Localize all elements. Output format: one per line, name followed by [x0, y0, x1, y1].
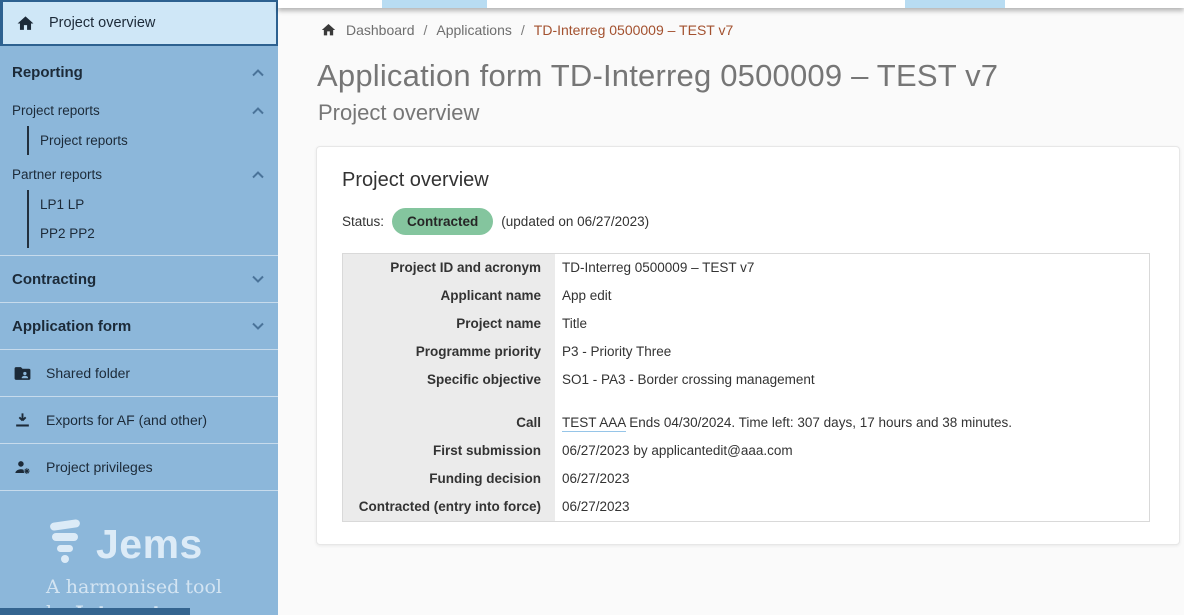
- row-value: [555, 394, 1149, 409]
- app-window: Project overview Reporting Project repor…: [0, 0, 1184, 615]
- toolbar-fragment[interactable]: [382, 0, 487, 8]
- row-label: Contracted (entry into force): [343, 493, 555, 521]
- row-label: First submission: [343, 437, 555, 465]
- jems-logo-block: Jems A harmonised tool by Interact: [0, 519, 278, 615]
- user-gear-icon: [13, 458, 32, 477]
- row-label: Specific objective: [343, 366, 555, 394]
- page-subtitle: Project overview: [318, 100, 1184, 126]
- sidebar-item-label: Project overview: [49, 15, 155, 31]
- sidebar-footer-bar: [0, 608, 190, 615]
- sidebar-section-reporting[interactable]: Reporting: [0, 46, 278, 91]
- jems-logo-icon: [46, 519, 88, 565]
- breadcrumb-current-project[interactable]: TD-Interreg 0500009 – TEST v7: [534, 22, 733, 38]
- table-row-call: Call TEST AAA Ends 04/30/2024. Time left…: [343, 409, 1149, 437]
- home-icon[interactable]: [320, 22, 337, 38]
- chevron-down-icon: [252, 322, 264, 330]
- sidebar-item-lp1[interactable]: LP1 LP: [29, 190, 278, 219]
- chevron-up-icon: [252, 171, 264, 179]
- table-row: Specific objective SO1 - PA3 - Border cr…: [343, 366, 1149, 394]
- call-link[interactable]: TEST AAA: [562, 415, 626, 432]
- sidebar: Project overview Reporting Project repor…: [0, 0, 278, 615]
- row-label: Applicant name: [343, 282, 555, 310]
- status-badge: Contracted: [392, 208, 493, 235]
- card-title: Project overview: [342, 169, 1150, 192]
- table-row: First submission 06/27/2023 by applicant…: [343, 437, 1149, 465]
- row-value: TEST AAA Ends 04/30/2024. Time left: 307…: [555, 409, 1149, 437]
- table-row: Funding decision 06/27/2023: [343, 465, 1149, 493]
- main-content: Dashboard / Applications / TD-Interreg 0…: [278, 0, 1184, 615]
- row-value: TD-Interreg 0500009 – TEST v7: [555, 254, 1149, 282]
- sidebar-item-pp2[interactable]: PP2 PP2: [29, 219, 278, 248]
- row-label: Project name: [343, 310, 555, 338]
- sidebar-item-project-privileges[interactable]: Project privileges: [0, 443, 278, 490]
- home-icon: [16, 14, 35, 33]
- project-overview-card: Project overview Status: Contracted (upd…: [316, 146, 1180, 545]
- sidebar-section-contracting[interactable]: Contracting: [0, 255, 278, 302]
- table-row: Applicant name App edit: [343, 282, 1149, 310]
- row-value: 06/27/2023: [555, 465, 1149, 493]
- call-deadline-text: Ends 04/30/2024. Time left: 307 days, 17…: [626, 415, 1013, 430]
- row-value: Title: [555, 310, 1149, 338]
- status-row: Status: Contracted (updated on 06/27/202…: [342, 208, 1150, 235]
- row-value: 06/27/2023 by applicantedit@aaa.com: [555, 437, 1149, 465]
- page-title: Application form TD-Interreg 0500009 – T…: [317, 58, 1184, 94]
- row-value: SO1 - PA3 - Border crossing management: [555, 366, 1149, 394]
- row-label: [343, 394, 555, 409]
- table-row: Contracted (entry into force) 06/27/2023: [343, 493, 1149, 521]
- chevron-down-icon: [252, 275, 264, 283]
- status-label: Status:: [342, 214, 384, 229]
- row-label: Funding decision: [343, 465, 555, 493]
- sidebar-group-project-reports[interactable]: Project reports: [0, 91, 278, 126]
- table-spacer-row: [343, 394, 1149, 409]
- row-label: Programme priority: [343, 338, 555, 366]
- sidebar-item-label: Project privileges: [46, 459, 153, 475]
- chevron-up-icon: [252, 69, 264, 77]
- section-label: Application form: [12, 318, 131, 335]
- sidebar-item-exports[interactable]: Exports for AF (and other): [0, 396, 278, 443]
- sidebar-section-application-form[interactable]: Application form: [0, 302, 278, 349]
- breadcrumb-applications[interactable]: Applications: [436, 22, 512, 38]
- tagline-line1: A harmonised tool: [46, 576, 222, 598]
- sidebar-item-project-reports[interactable]: Project reports: [29, 126, 278, 155]
- sidebar-divider: [0, 490, 278, 491]
- row-label: Project ID and acronym: [343, 254, 555, 282]
- group-label: Partner reports: [12, 167, 102, 182]
- breadcrumb-separator: /: [521, 22, 525, 38]
- shared-folder-icon: [13, 364, 32, 383]
- breadcrumb-dashboard[interactable]: Dashboard: [346, 22, 415, 38]
- sidebar-item-shared-folder[interactable]: Shared folder: [0, 349, 278, 396]
- row-value: App edit: [555, 282, 1149, 310]
- project-reports-sublist: Project reports: [27, 126, 278, 155]
- row-value: P3 - Priority Three: [555, 338, 1149, 366]
- breadcrumb-separator: /: [424, 22, 428, 38]
- group-label: Project reports: [12, 103, 100, 118]
- partner-reports-sublist: LP1 LP PP2 PP2: [27, 190, 278, 248]
- sidebar-item-project-overview[interactable]: Project overview: [0, 0, 278, 46]
- toolbar-fragment[interactable]: [905, 0, 1005, 8]
- sidebar-group-partner-reports[interactable]: Partner reports: [0, 155, 278, 190]
- jems-logo-text: Jems: [96, 524, 203, 565]
- top-toolbar-cutoff: [278, 0, 1184, 8]
- section-label: Reporting: [12, 64, 83, 81]
- table-row: Programme priority P3 - Priority Three: [343, 338, 1149, 366]
- table-row: Project ID and acronym TD-Interreg 05000…: [343, 254, 1149, 282]
- table-row: Project name Title: [343, 310, 1149, 338]
- status-updated-note: (updated on 06/27/2023): [501, 214, 649, 229]
- row-label: Call: [343, 409, 555, 437]
- row-value: 06/27/2023: [555, 493, 1149, 521]
- project-overview-table: Project ID and acronym TD-Interreg 05000…: [342, 253, 1150, 522]
- download-icon: [13, 411, 32, 430]
- sidebar-item-label: Shared folder: [46, 365, 130, 381]
- section-label: Contracting: [12, 271, 96, 288]
- sidebar-item-label: Exports for AF (and other): [46, 412, 207, 428]
- chevron-up-icon: [252, 107, 264, 115]
